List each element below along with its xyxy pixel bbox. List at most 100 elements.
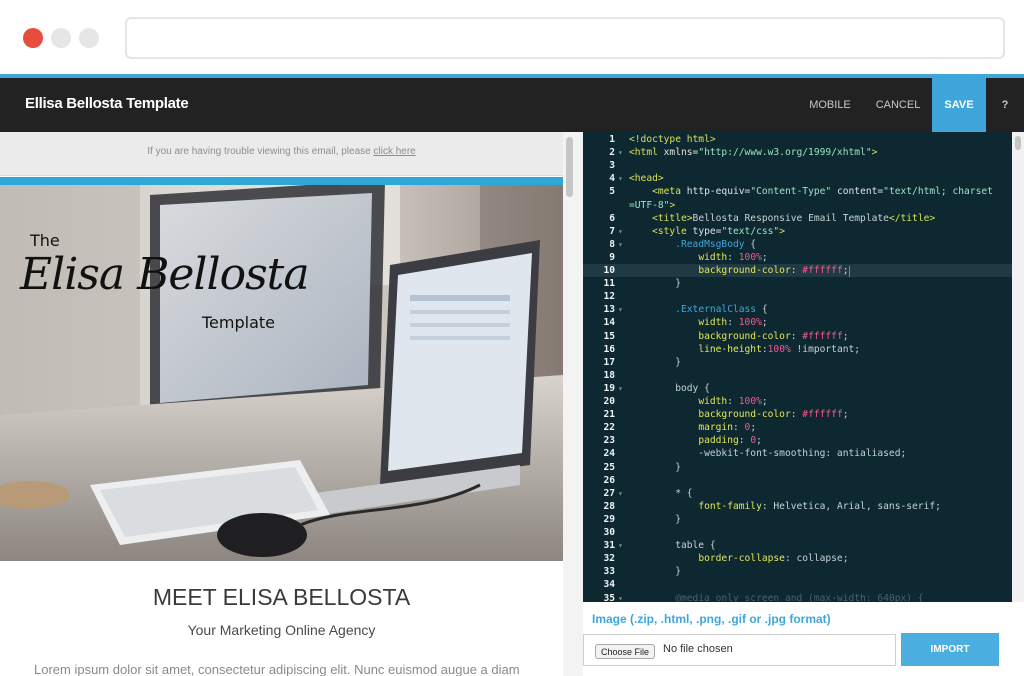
preview-scrollbar-thumb[interactable] <box>566 137 573 197</box>
code-line[interactable]: 35 ▾ @media only screen and (max-width: 6… <box>583 592 1012 603</box>
file-input[interactable]: Choose File No file chosen <box>583 634 896 666</box>
code-line[interactable]: 1 <!doctype html> <box>583 133 1012 146</box>
code-line[interactable]: 34 <box>583 578 1012 591</box>
fold-toggle-icon[interactable]: ▾ <box>618 238 623 251</box>
choose-file-button[interactable]: Choose File <box>595 644 656 659</box>
code-line[interactable]: 4 ▾ <head> <box>583 172 1012 185</box>
code-line[interactable]: 32 border-collapse: collapse; <box>583 552 1012 565</box>
logo-template: Template <box>202 313 276 332</box>
window-maximize-button[interactable] <box>79 28 99 48</box>
code-line[interactable]: 31 ▾ table { <box>583 539 1012 552</box>
code-line[interactable]: 21 background-color: #ffffff; <box>583 408 1012 421</box>
code-text: <html xmlns="http://www.w3.org/1999/xhtm… <box>629 147 878 159</box>
code-line[interactable]: 29 } <box>583 513 1012 526</box>
code-line[interactable]: 14 width: 100%; <box>583 316 1012 329</box>
fold-toggle-icon[interactable]: ▾ <box>618 539 623 552</box>
line-number: 14 <box>603 317 615 329</box>
code-line[interactable]: 7 ▾ <style type="text/css"> <box>583 225 1012 238</box>
editor-scrollbar-thumb[interactable] <box>1015 136 1021 150</box>
line-number: 30 <box>603 527 615 538</box>
help-button[interactable]: ? <box>990 78 1020 132</box>
code-editor[interactable]: 1 <!doctype html> 2 ▾ <html xmlns="http://ww… <box>583 132 1012 602</box>
code-text: background-color: #ffffff; <box>698 330 849 342</box>
code-line[interactable]: 19 ▾ body { <box>583 382 1012 395</box>
email-preview: If you are having trouble viewing this e… <box>0 132 563 676</box>
preview-scrollbar[interactable] <box>563 132 583 676</box>
code-line[interactable]: 16 line-height:100% !important; <box>583 343 1012 356</box>
code-text: <meta http-equiv="Content-Type" content=… <box>652 186 993 198</box>
email-header-bar <box>0 177 563 185</box>
code-text: line-height:100% !important; <box>698 343 861 355</box>
line-number: 24 <box>603 448 615 460</box>
code-text: } <box>629 278 681 290</box>
code-line[interactable]: 10 background-color: #ffffff; <box>583 264 1012 278</box>
code-line[interactable]: 8 ▾ .ReadMsgBody { <box>583 238 1012 251</box>
code-line[interactable]: 3 <box>583 159 1012 172</box>
code-line[interactable]: 9 width: 100%; <box>583 251 1012 264</box>
window-close-button[interactable] <box>23 28 43 48</box>
code-line[interactable]: 12 <box>583 290 1012 303</box>
code-line[interactable]: 15 background-color: #ffffff; <box>583 330 1012 343</box>
fold-toggle-icon[interactable]: ▾ <box>618 146 623 159</box>
fold-toggle-icon[interactable]: ▾ <box>618 225 623 238</box>
code-line[interactable]: 20 width: 100%; <box>583 395 1012 408</box>
browser-chrome <box>0 0 1024 74</box>
code-text: <style type="text/css"> <box>652 225 785 237</box>
fold-toggle-icon[interactable]: ▾ <box>618 592 623 603</box>
code-line[interactable]: 30 <box>583 526 1012 539</box>
code-line[interactable]: 23 padding: 0; <box>583 434 1012 447</box>
fold-toggle-icon[interactable]: ▾ <box>618 303 623 316</box>
code-line[interactable]: 26 <box>583 474 1012 487</box>
code-line[interactable]: 13 ▾ .ExternalClass { <box>583 303 1012 316</box>
code-text: body { <box>629 382 710 394</box>
hero-logo: The Elisa Bellosta Template <box>20 225 360 355</box>
code-line[interactable]: 24 -webkit-font-smoothing: antialiased; <box>583 447 1012 460</box>
email-body-text: Lorem ipsum dolor sit amet, consectetur … <box>34 662 520 676</box>
text-cursor <box>848 265 850 277</box>
code-line[interactable]: 28 font-family: Helvetica, Arial, sans-s… <box>583 500 1012 513</box>
code-line[interactable]: =UTF-8"> <box>583 199 1012 212</box>
code-text: margin: 0; <box>698 422 757 434</box>
code-text: -webkit-font-smoothing: antialiased; <box>629 448 907 460</box>
code-line[interactable]: 33 } <box>583 565 1012 578</box>
code-text: =UTF-8"> <box>629 199 676 211</box>
cancel-button[interactable]: CANCEL <box>867 78 929 132</box>
code-line[interactable]: 22 margin: 0; <box>583 421 1012 434</box>
code-line[interactable]: 11 } <box>583 277 1012 290</box>
import-label: Image (.zip, .html, .png, .gif or .jpg f… <box>592 612 831 626</box>
code-line[interactable]: 27 ▾ * { <box>583 487 1012 500</box>
code-line[interactable]: 6 <title>Bellosta Responsive Email Templ… <box>583 212 1012 225</box>
line-number: 34 <box>603 579 615 591</box>
line-number: 32 <box>603 553 615 565</box>
line-number: 10 <box>603 265 615 276</box>
save-button[interactable]: SAVE <box>932 78 986 132</box>
line-number: 1 <box>609 134 615 145</box>
fold-toggle-icon[interactable]: ▾ <box>618 382 623 395</box>
editor-scrollbar[interactable] <box>1012 132 1024 602</box>
code-line[interactable]: 5 <meta http-equiv="Content-Type" conten… <box>583 185 1012 198</box>
line-number: 9 <box>609 251 615 263</box>
email-subheading: Your Marketing Online Agency <box>187 622 376 638</box>
window-minimize-button[interactable] <box>51 28 71 48</box>
code-text: } <box>629 461 681 473</box>
code-text: @media only screen and (max-width: 640px… <box>629 592 924 603</box>
address-bar[interactable] <box>125 17 1005 59</box>
line-number: 3 <box>609 160 615 172</box>
code-line[interactable]: 17 } <box>583 356 1012 369</box>
line-number: 33 <box>603 566 615 578</box>
line-number: 20 <box>603 396 615 407</box>
code-line[interactable]: 25 } <box>583 461 1012 474</box>
click-here-link[interactable]: click here <box>374 146 416 157</box>
line-number: 17 <box>603 356 615 368</box>
trouble-text: If you are having trouble viewing this e… <box>147 146 371 157</box>
mobile-button[interactable]: MOBILE <box>800 78 860 132</box>
fold-toggle-icon[interactable]: ▾ <box>618 172 623 185</box>
fold-toggle-icon[interactable]: ▾ <box>618 487 623 500</box>
code-line[interactable]: 18 <box>583 369 1012 382</box>
code-line[interactable]: 2 ▾ <html xmlns="http://www.w3.org/1999/xh… <box>583 146 1012 159</box>
line-number: 26 <box>603 474 615 486</box>
line-number: 21 <box>603 409 615 421</box>
code-text: <head> <box>629 173 664 185</box>
import-button[interactable]: IMPORT <box>901 633 999 666</box>
app-header: Ellisa Bellosta Template MOBILE CANCEL S… <box>0 78 1024 132</box>
